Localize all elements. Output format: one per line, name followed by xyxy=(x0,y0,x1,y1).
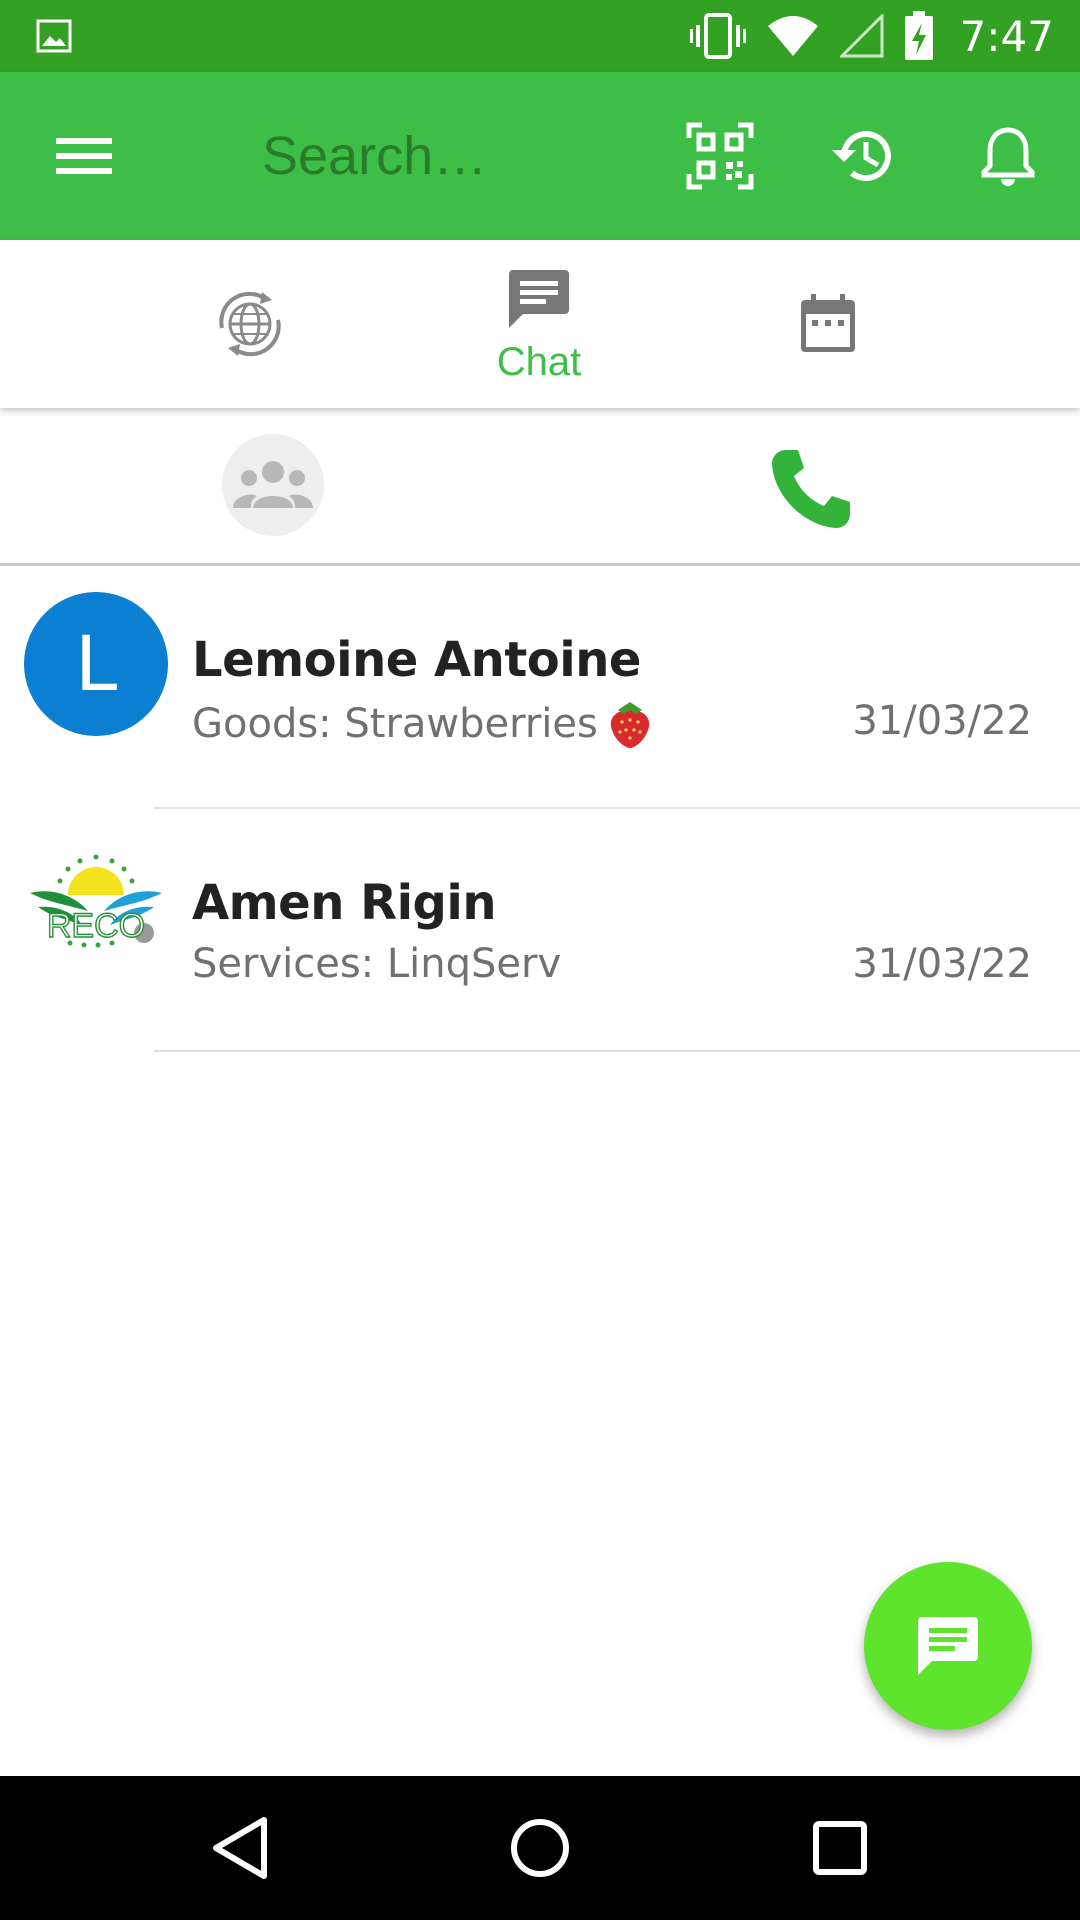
tab-chat[interactable]: Chat xyxy=(395,240,683,408)
recents-icon[interactable] xyxy=(804,1812,876,1884)
chat-date: 31/03/22 xyxy=(852,698,1032,744)
chat-date: 31/03/22 xyxy=(852,941,1032,987)
strawberry-icon xyxy=(610,702,650,748)
gallery-icon xyxy=(36,19,72,53)
new-message-icon xyxy=(918,1617,978,1675)
groups-tab[interactable] xyxy=(222,434,324,536)
logo-text: RECO xyxy=(47,907,145,945)
avatar: L xyxy=(24,592,168,736)
signal-icon xyxy=(839,14,884,58)
divider xyxy=(154,1050,1080,1052)
home-icon[interactable] xyxy=(504,1812,576,1884)
group-icon xyxy=(233,461,313,508)
calendar-icon xyxy=(801,294,855,352)
phone-icon[interactable] xyxy=(768,446,854,532)
vibrate-icon xyxy=(689,13,746,59)
status-bar: 7:47 xyxy=(0,0,1080,72)
globe-sync-icon xyxy=(219,291,281,357)
menu-icon[interactable] xyxy=(48,124,120,188)
app-toolbar xyxy=(0,72,1080,240)
chat-preview: Services: LinqServ xyxy=(192,941,561,987)
back-icon[interactable] xyxy=(204,1812,276,1884)
chat-preview: Goods: Strawberries xyxy=(192,698,652,750)
new-message-button[interactable] xyxy=(864,1562,1032,1730)
search-input[interactable] xyxy=(262,120,642,192)
reco-logo-avatar: RECO xyxy=(30,854,162,948)
chat-list: L Lemoine Antoine Goods: Strawberries 31… xyxy=(0,566,1080,1052)
chat-preview-text: Goods: Strawberries xyxy=(192,701,598,747)
chat-icon xyxy=(509,270,569,328)
chat-contact-name: Lemoine Antoine xyxy=(192,632,641,688)
qr-code-icon[interactable] xyxy=(686,122,754,190)
status-time: 7:47 xyxy=(959,11,1054,61)
chat-preview-text: Services: LinqServ xyxy=(192,941,562,987)
chat-contact-name: Amen Rigin xyxy=(192,875,497,931)
bell-icon[interactable] xyxy=(974,122,1042,190)
wifi-icon xyxy=(767,16,818,56)
tab-chat-label: Chat xyxy=(496,340,582,384)
chat-list-item[interactable]: L Lemoine Antoine Goods: Strawberries 31… xyxy=(0,566,1080,809)
history-icon[interactable] xyxy=(830,122,898,190)
system-nav-bar xyxy=(0,1776,1080,1920)
tab-globe-sync[interactable] xyxy=(106,240,394,408)
chat-list-item[interactable]: RECO Amen Rigin Services: LinqServ 31/03… xyxy=(0,809,1080,1052)
chat-sub-tab-bar xyxy=(0,408,1080,566)
battery-charging-icon xyxy=(904,11,933,60)
tab-calendar[interactable] xyxy=(684,240,972,408)
main-tab-bar: Chat xyxy=(0,240,1080,408)
